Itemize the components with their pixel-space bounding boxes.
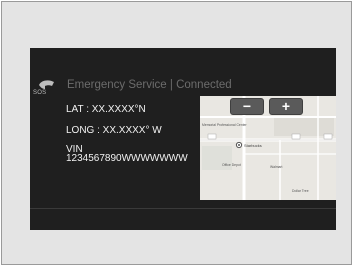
longitude-readout: LONG : XX.XXXX° W: [66, 125, 162, 136]
manual-figure-frame: SOS Emergency Service | Connected LAT : …: [1, 1, 352, 265]
bottom-divider: [30, 208, 336, 209]
screen-header: SOS Emergency Service | Connected: [30, 78, 336, 96]
poi-memorial-label: Memorial Professional Center: [202, 123, 248, 127]
zoom-out-button[interactable]: −: [230, 98, 264, 115]
location-map[interactable]: Memorial Professional Center Starbucks O…: [200, 96, 336, 200]
sos-label: SOS: [33, 90, 47, 96]
zoom-in-button[interactable]: +: [269, 98, 303, 115]
emergency-service-screen: SOS Emergency Service | Connected LAT : …: [30, 48, 336, 230]
poi-walmart-label: Walmart: [270, 165, 283, 169]
screen-title: Emergency Service | Connected: [67, 79, 232, 91]
latitude-readout: LAT : XX.XXXX°N: [66, 104, 146, 115]
map-graphic: Memorial Professional Center Starbucks O…: [200, 96, 336, 200]
poi-starbucks-label: Starbucks: [244, 143, 262, 148]
poi-dollar-tree-label: Dollar Tree: [292, 189, 309, 193]
vin-value: 1234567890WWWWWWW: [66, 153, 188, 164]
poi-office-depot-label: Office Depot: [222, 163, 241, 167]
